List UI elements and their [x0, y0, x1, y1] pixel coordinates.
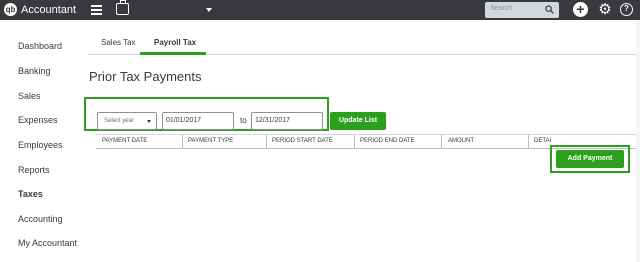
to-date-field[interactable]: 12/31/2017 — [251, 112, 323, 130]
column-divider — [182, 135, 183, 149]
menu-icon[interactable] — [91, 5, 102, 15]
briefcase-icon[interactable] — [116, 0, 129, 15]
sidebar-item-my-accountant[interactable]: My Accountant — [18, 238, 77, 248]
add-payment-button[interactable]: Add Payment — [556, 150, 624, 168]
year-select[interactable]: Select year — [97, 112, 157, 130]
search-icon[interactable] — [545, 5, 554, 14]
chevron-down-icon[interactable] — [206, 8, 212, 12]
col-details[interactable]: DETAI — [534, 138, 551, 144]
sidebar-item-reports[interactable]: Reports — [18, 165, 50, 175]
to-label: to — [240, 116, 247, 125]
column-divider — [528, 135, 529, 149]
app-name: Accountant — [21, 4, 77, 16]
sidebar-item-employees[interactable]: Employees — [18, 140, 63, 150]
sidebar-item-sales[interactable]: Sales — [18, 91, 41, 101]
help-icon[interactable]: ? — [620, 3, 633, 16]
chevron-down-icon — [147, 120, 151, 123]
tab-sales-tax[interactable]: Sales Tax — [101, 38, 136, 47]
from-date-field[interactable]: 01/01/2017 — [162, 112, 234, 130]
tab-bar: Sales Tax Payroll Tax — [88, 34, 640, 55]
top-bar: qb Accountant Search + ⚙ ? — [0, 0, 640, 20]
plus-icon[interactable]: + — [573, 2, 588, 17]
col-payment-date[interactable]: PAYMENT DATE — [102, 138, 147, 144]
column-divider — [354, 135, 355, 149]
search-placeholder: Search — [490, 5, 513, 12]
gear-icon[interactable]: ⚙ — [597, 2, 613, 18]
column-divider — [441, 135, 442, 149]
sidebar: Dashboard Banking Sales Expenses Employe… — [0, 20, 78, 262]
active-tab-indicator — [140, 52, 206, 55]
sidebar-item-expenses[interactable]: Expenses — [18, 115, 58, 125]
sidebar-item-accounting[interactable]: Accounting — [18, 214, 63, 224]
year-select-value: Select year — [104, 118, 135, 124]
search-input[interactable]: Search — [485, 2, 559, 18]
page-title: Prior Tax Payments — [89, 69, 202, 84]
sidebar-item-taxes[interactable]: Taxes — [18, 189, 43, 199]
col-payment-type[interactable]: PAYMENT TYPE — [188, 138, 233, 144]
col-period-end-date[interactable]: PERIOD END DATE — [360, 138, 415, 144]
quickbooks-logo[interactable]: qb — [4, 3, 17, 16]
sidebar-item-banking[interactable]: Banking — [18, 66, 51, 76]
sidebar-item-dashboard[interactable]: Dashboard — [18, 41, 62, 51]
col-amount[interactable]: AMOUNT — [448, 138, 474, 144]
update-list-button[interactable]: Update List — [330, 112, 386, 130]
scrollbar[interactable] — [636, 20, 640, 262]
tab-payroll-tax[interactable]: Payroll Tax — [154, 38, 196, 47]
col-period-start-date[interactable]: PERIOD START DATE — [272, 138, 333, 144]
column-divider — [266, 135, 267, 149]
